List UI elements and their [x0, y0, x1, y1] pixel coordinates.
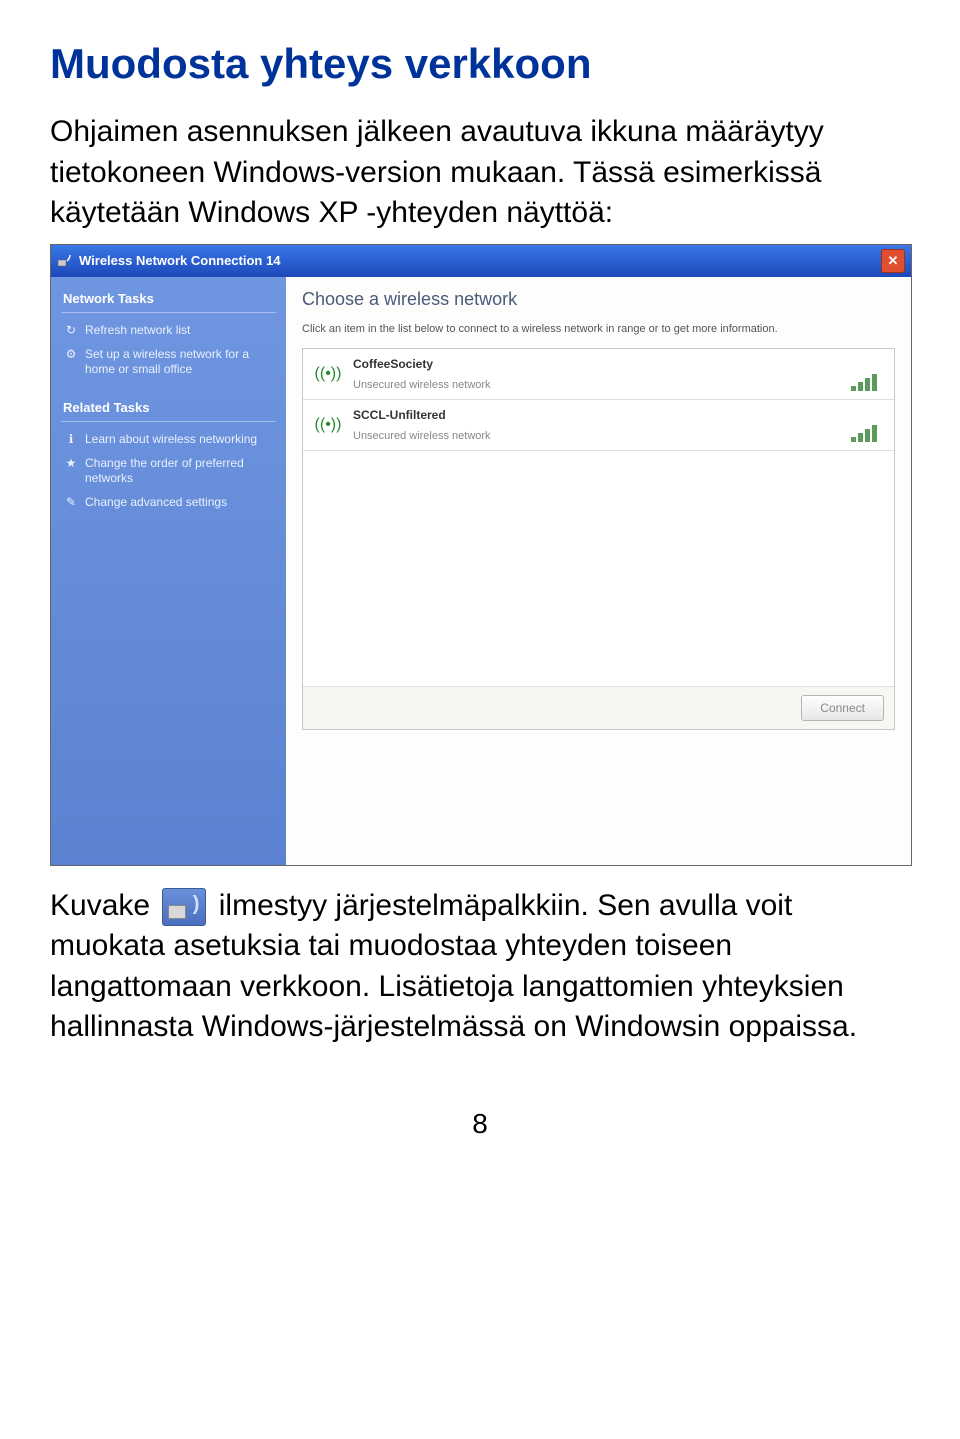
main-panel: Choose a wireless network Click an item …	[286, 277, 911, 865]
network-item[interactable]: ((•)) CoffeeSociety Unsecured wireless n…	[303, 349, 894, 400]
sidebar-item-label: Learn about wireless networking	[85, 432, 257, 448]
star-icon: ★	[63, 456, 79, 472]
window-titlebar: Wireless Network Connection 14 ✕	[51, 245, 911, 277]
network-security: Unsecured wireless network	[353, 430, 834, 442]
network-security: Unsecured wireless network	[353, 379, 834, 391]
intro-paragraph: Ohjaimen asennuksen jälkeen avautuva ikk…	[50, 112, 910, 234]
sidebar-item-label: Change advanced settings	[85, 495, 227, 511]
signal-strength-icon	[844, 357, 884, 391]
main-helptext: Click an item in the list below to conne…	[302, 322, 895, 336]
connect-button[interactable]: Connect	[801, 695, 884, 721]
tasks-sidebar: Network Tasks ↻ Refresh network list ⚙ S…	[51, 277, 286, 865]
systray-wireless-icon	[162, 888, 206, 926]
network-item[interactable]: ((•)) SCCL-Unfiltered Unsecured wireless…	[303, 400, 894, 451]
setup-icon: ⚙	[63, 347, 79, 363]
close-button[interactable]: ✕	[881, 249, 905, 273]
wifi-antenna-icon: ((•))	[313, 357, 343, 391]
wireless-dialog-screenshot: Wireless Network Connection 14 ✕ Network…	[50, 244, 912, 866]
network-list: ((•)) CoffeeSociety Unsecured wireless n…	[302, 348, 895, 730]
network-name: CoffeeSociety	[353, 357, 834, 371]
sidebar-section-network-tasks: Network Tasks	[61, 287, 276, 313]
wireless-icon	[57, 253, 73, 269]
sidebar-section-related-tasks: Related Tasks	[61, 396, 276, 422]
main-heading: Choose a wireless network	[302, 289, 895, 310]
refresh-icon: ↻	[63, 323, 79, 339]
sidebar-item-label: Refresh network list	[85, 323, 190, 339]
sidebar-item-advanced[interactable]: ✎ Change advanced settings	[61, 491, 276, 515]
sidebar-item-learn[interactable]: ℹ Learn about wireless networking	[61, 428, 276, 452]
window-title-text: Wireless Network Connection 14	[79, 253, 280, 268]
wifi-antenna-icon: ((•))	[313, 408, 343, 442]
page-title: Muodosta yhteys verkkoon	[50, 40, 910, 88]
sidebar-item-label: Set up a wireless network for a home or …	[85, 347, 274, 378]
sidebar-item-label: Change the order of preferred networks	[85, 456, 274, 487]
signal-strength-icon	[844, 408, 884, 442]
sidebar-item-refresh[interactable]: ↻ Refresh network list	[61, 319, 276, 343]
sidebar-item-setup[interactable]: ⚙ Set up a wireless network for a home o…	[61, 343, 276, 382]
settings-icon: ✎	[63, 495, 79, 511]
close-icon: ✕	[888, 253, 899, 269]
connect-row: Connect	[303, 686, 894, 729]
after-text-before-icon: Kuvake	[50, 889, 158, 922]
after-paragraph: Kuvake ilmestyy järjestelmäpalkkiin. Sen…	[50, 886, 910, 1048]
sidebar-item-order[interactable]: ★ Change the order of preferred networks	[61, 452, 276, 491]
page-number: 8	[50, 1108, 910, 1140]
network-name: SCCL-Unfiltered	[353, 408, 834, 422]
info-icon: ℹ	[63, 432, 79, 448]
